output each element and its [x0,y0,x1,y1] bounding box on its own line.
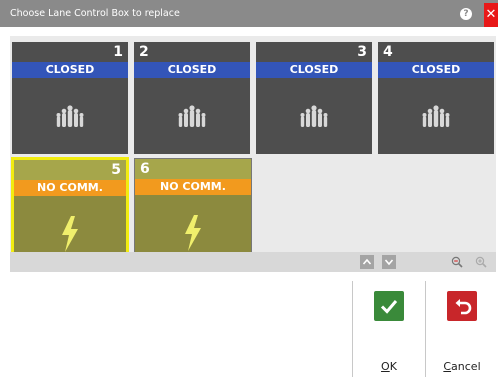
lane-number: 1 [113,44,123,60]
bowling-pins-icon [378,78,494,154]
window-title: Choose Lane Control Box to replace [10,8,180,19]
lane-number: 4 [383,44,393,60]
cancel-label-rest: ancel [451,360,481,373]
lane-status: CLOSED [12,62,128,78]
lane-status: CLOSED [134,62,250,78]
lane-header: 6 [135,159,251,179]
lane-header: 2 [134,42,250,62]
scroll-toolbar [10,252,496,272]
lane-header: 4 [378,42,494,62]
cancel-mnemonic: C [443,360,452,373]
lane-tile-3[interactable]: 3 CLOSED [256,42,372,154]
bowling-pins-icon [12,78,128,154]
close-icon[interactable]: ✕ [484,3,498,27]
undo-icon [447,291,477,321]
lane-number: 5 [111,162,121,178]
zoom-in-icon[interactable] [474,255,488,269]
lane-number: 2 [139,44,149,60]
chevron-down-icon[interactable] [382,255,396,269]
lane-number: 6 [140,161,150,177]
lane-tile-4[interactable]: 4 CLOSED [378,42,494,154]
bowling-pins-icon [256,78,372,154]
cancel-button[interactable]: Cancel [426,284,498,376]
ok-label-rest: K [389,360,397,373]
lane-status: NO COMM. [14,180,126,196]
lane-status: CLOSED [256,62,372,78]
lane-tile-1[interactable]: 1 CLOSED [12,42,128,154]
lane-grid: 1 CLOSED 2 CLOSED 3 CLOSED 4 CLOSED 5 NO… [10,36,496,272]
bowling-pins-icon [134,78,250,154]
title-bar: Choose Lane Control Box to replace ? ✕ [0,0,498,27]
lane-status: NO COMM. [135,179,251,195]
ok-mnemonic: O [381,360,390,373]
lane-header: 3 [256,42,372,62]
zoom-out-icon[interactable] [450,255,464,269]
lane-status: CLOSED [378,62,494,78]
lane-header: 5 [14,160,126,180]
lane-header: 1 [12,42,128,62]
lane-tile-2[interactable]: 2 CLOSED [134,42,250,154]
lane-control-dialog: Choose Lane Control Box to replace ? ✕ 1… [0,0,498,378]
help-icon[interactable]: ? [460,8,472,20]
checkmark-icon [374,291,404,321]
ok-label: OK [353,360,425,373]
cancel-label: Cancel [426,360,498,373]
chevron-up-icon[interactable] [360,255,374,269]
ok-button[interactable]: OK [353,284,425,376]
lane-number: 3 [357,44,367,60]
